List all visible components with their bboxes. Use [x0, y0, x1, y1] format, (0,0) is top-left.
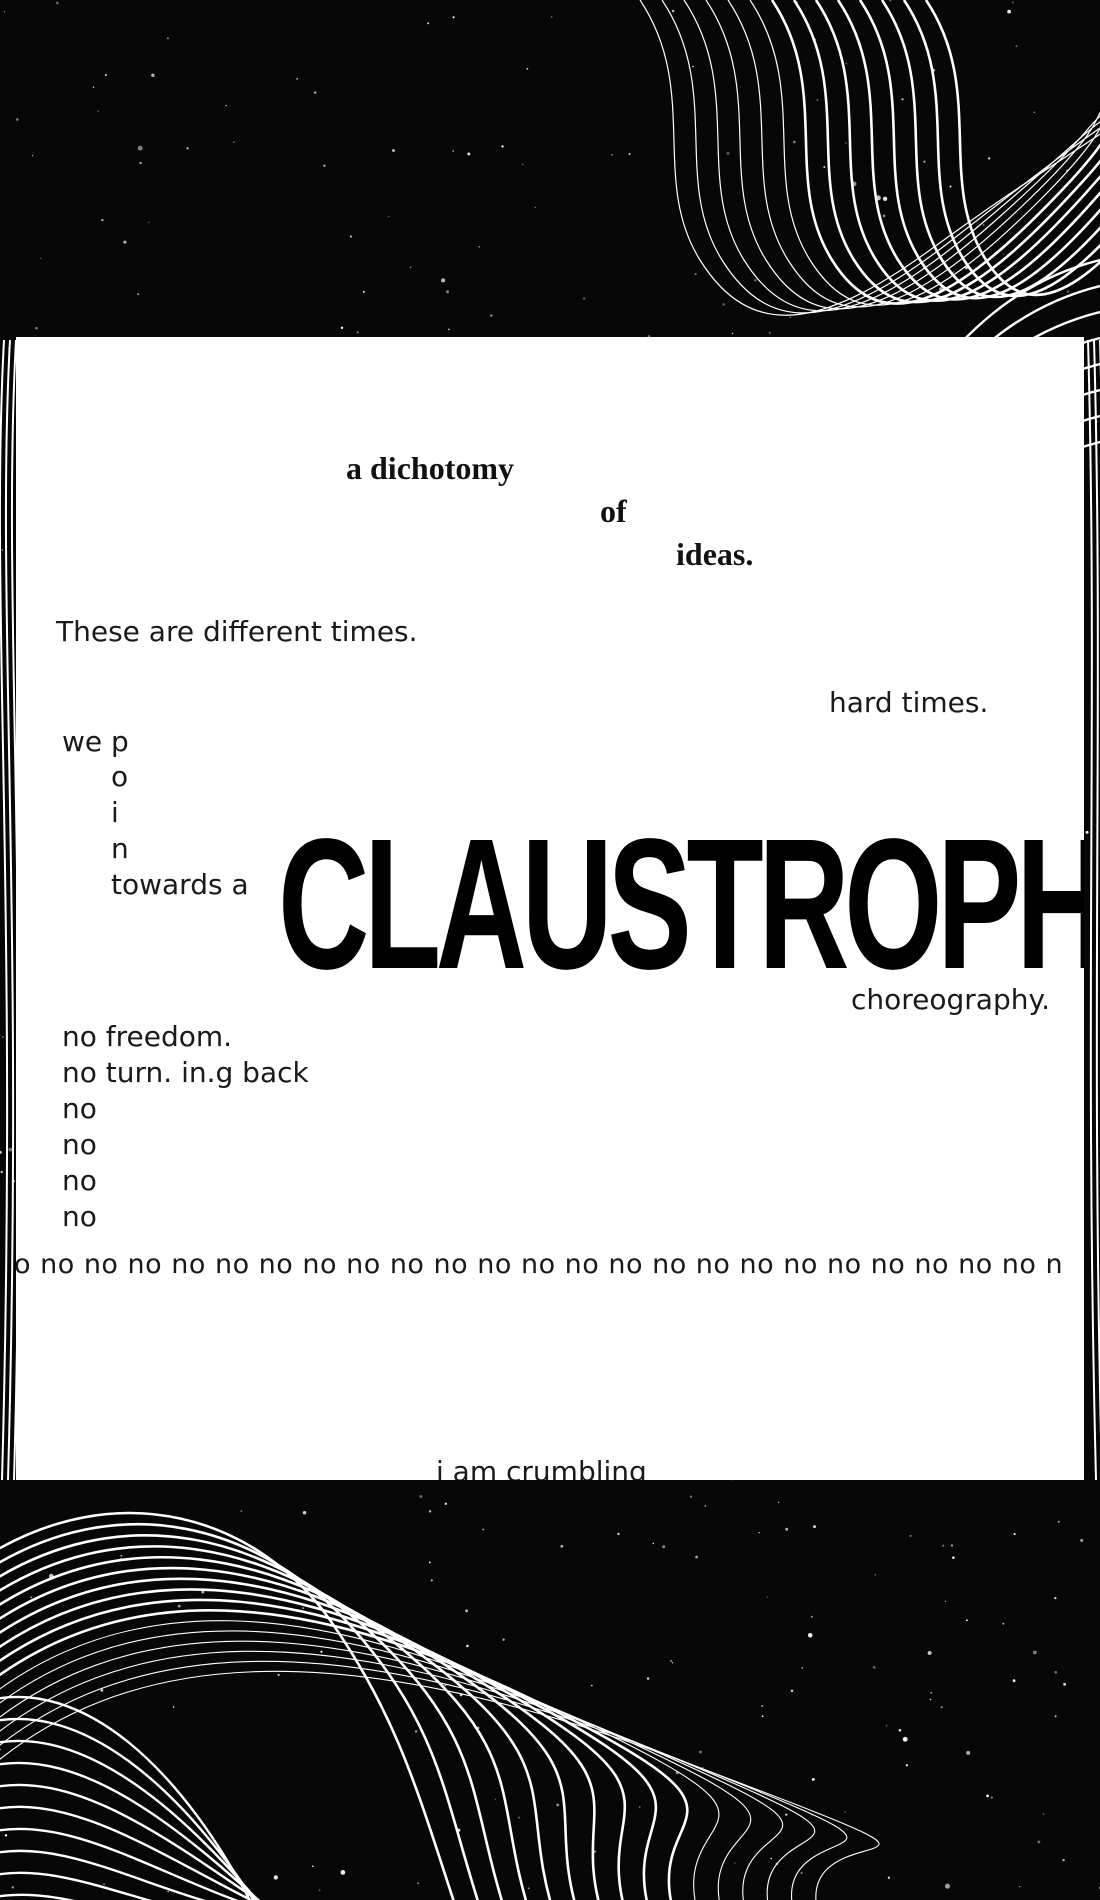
crumbling-clip: i am crumbling [0, 0, 1100, 1481]
line-i-am-crumbling: i am crumbling [436, 1455, 647, 1481]
